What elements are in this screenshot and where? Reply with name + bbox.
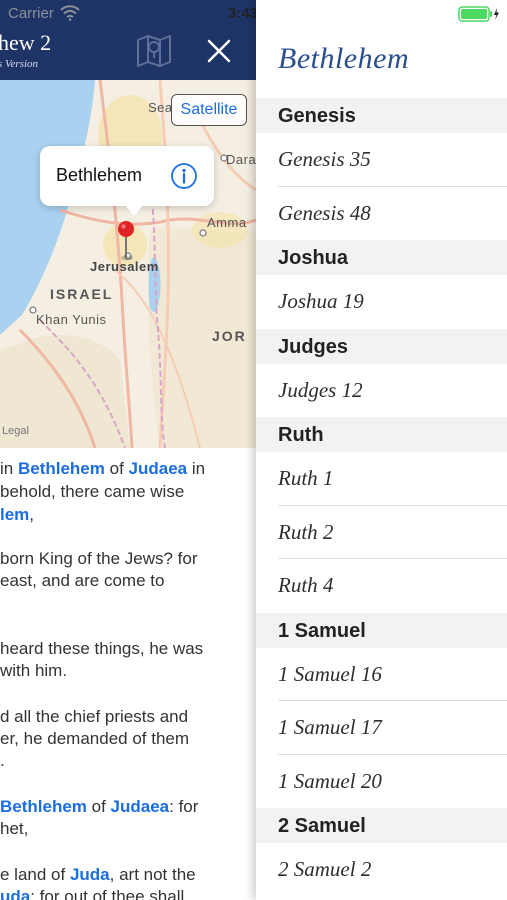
nav-subtitle: s Version: [0, 58, 39, 70]
verse-text: in Bethlehem of Judaea in behold, there …: [0, 448, 256, 900]
place-link[interactable]: lem: [0, 505, 29, 524]
reference-list: Genesis Genesis 35 Genesis 48 Joshua Joshua …: [256, 98, 507, 897]
verse-text-fragment: in: [187, 459, 206, 478]
section-header: 2 Samuel: [256, 808, 507, 843]
map-label-amman: Amma: [207, 215, 247, 230]
close-icon[interactable]: [202, 34, 236, 68]
verse-line: e land of Juda, art not the: [0, 864, 196, 886]
status-carrier: Carrier: [8, 5, 54, 22]
section-header: 1 Samuel: [256, 612, 507, 648]
place-link[interactable]: Juda: [70, 865, 110, 884]
verse-text-fragment: in: [0, 459, 18, 478]
map-icon[interactable]: [134, 30, 174, 70]
verse-text-fragment: e land of: [0, 865, 70, 884]
wifi-icon: [60, 5, 80, 21]
legal-label: Legal: [2, 425, 29, 437]
place-link[interactable]: Judaea: [129, 459, 188, 478]
callout-title: Bethlehem: [56, 165, 143, 185]
verse-text-fragment: of: [104, 459, 129, 478]
map-label-dara: Dara: [226, 152, 256, 167]
reference-row[interactable]: Judges 12: [256, 364, 507, 418]
section-header: Ruth: [256, 417, 507, 452]
place-references-panel: Bethlehem Genesis Genesis 35 Genesis 48 Jos…: [256, 0, 507, 900]
place-link[interactable]: uda: [0, 887, 30, 900]
verse-line: het,: [0, 819, 29, 838]
verse-line: in Bethlehem of Judaea in: [0, 458, 205, 480]
verse-text-fragment: of: [86, 797, 111, 816]
map-label-jordan: JOR: [212, 328, 247, 344]
place-link[interactable]: Bethlehem: [0, 797, 87, 816]
verse-line: with him.: [0, 661, 68, 680]
verse-line: behold, there came wise: [0, 482, 185, 501]
section-header: Joshua: [256, 240, 507, 275]
verse-text-fragment: : for: [169, 797, 199, 816]
map-pin-icon[interactable]: [116, 220, 136, 262]
verse-line: uda: for out of thee shall: [0, 886, 184, 900]
satellite-button[interactable]: Satellite: [171, 94, 247, 126]
verse-line: east, and are come to: [0, 571, 165, 590]
reference-row[interactable]: Ruth 4: [256, 559, 507, 613]
verse-line: er, he demanded of them: [0, 729, 190, 748]
reference-row[interactable]: Ruth 1: [256, 452, 507, 506]
map-callout[interactable]: Bethlehem: [40, 146, 214, 216]
reference-row[interactable]: Ruth 2: [256, 506, 507, 560]
verse-line: lem,: [0, 504, 34, 526]
map-label-sea: Sea: [148, 100, 173, 115]
section-header: Judges: [256, 328, 507, 364]
map-label-israel: ISRAEL: [50, 286, 114, 302]
reference-row[interactable]: 1 Samuel 20: [256, 755, 507, 809]
map-label-khan-yunis: Khan Yunis: [36, 312, 107, 327]
reference-row[interactable]: Joshua 19: [256, 275, 507, 329]
section-header: Genesis: [256, 98, 507, 133]
reference-row[interactable]: 1 Samuel 17: [256, 701, 507, 755]
reference-row[interactable]: 1 Samuel 16: [256, 648, 507, 702]
map-view[interactable]: Sea Dara Amma Jerusalem ISRAEL Khan Yuni…: [0, 80, 256, 448]
verse-line: .: [0, 751, 5, 770]
reference-row[interactable]: Genesis 48: [256, 187, 507, 241]
verse-text-fragment: , art not the: [109, 865, 196, 884]
verse-text-fragment: : for out of thee shall: [30, 887, 185, 900]
verse-text-fragment: ,: [29, 505, 35, 524]
map-legal-link[interactable]: Legal: [2, 425, 29, 437]
reference-row[interactable]: 2 Samuel 2: [256, 843, 507, 897]
info-icon[interactable]: [170, 162, 198, 190]
reference-row[interactable]: Genesis 35: [256, 133, 507, 187]
verse-line: heard these things, he was: [0, 639, 204, 658]
verse-line: born King of the Jews? for: [0, 549, 198, 568]
nav-title: hew 2: [0, 30, 52, 55]
verse-line: d all the chief priests and: [0, 707, 189, 726]
battery-charging-icon: [458, 6, 500, 22]
place-link[interactable]: Bethlehem: [18, 459, 105, 478]
chapter-reader: hew 2 s Version Sea Dara Amma Jerusalem …: [0, 0, 256, 900]
verse-line: Bethlehem of Judaea: for: [0, 796, 198, 818]
panel-title: Bethlehem: [278, 42, 410, 75]
place-link[interactable]: Judaea: [111, 797, 170, 816]
